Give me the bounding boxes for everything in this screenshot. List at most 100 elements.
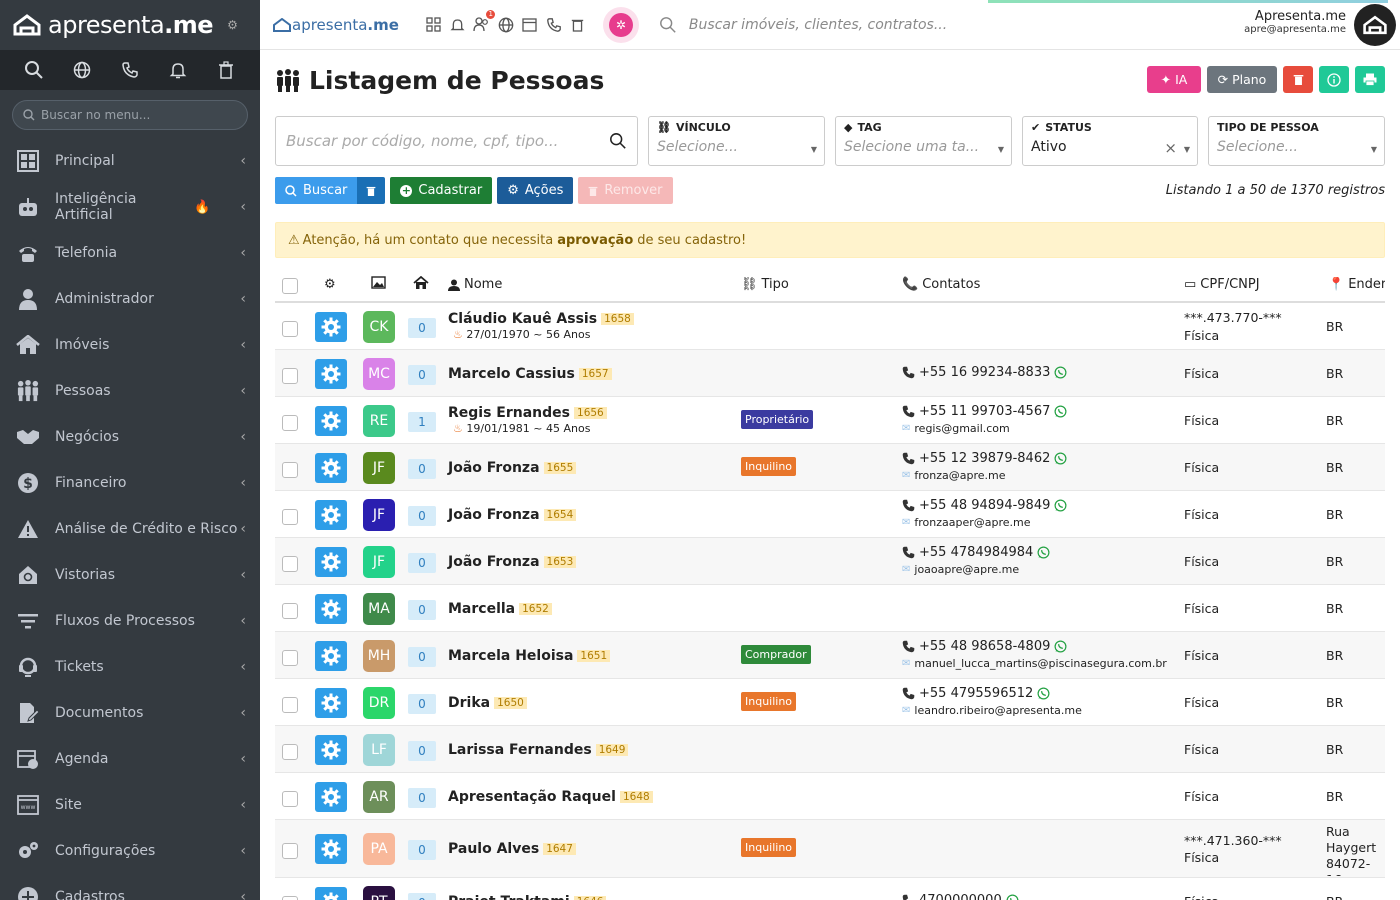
row-actions-button[interactable] <box>315 594 347 624</box>
person-name-link[interactable]: Marcelo Cassius 1657 <box>448 366 612 382</box>
sidebar-search-input[interactable] <box>41 108 231 122</box>
phone-contact[interactable]: +55 48 94894-9849 <box>902 498 1067 513</box>
table-row[interactable]: PA 0 Paulo Alves 1647 Inquilino ***.471.360-*… <box>275 820 1385 878</box>
row-checkbox[interactable] <box>282 744 298 760</box>
bell-icon[interactable] <box>449 15 467 35</box>
whatsapp-icon[interactable] <box>1054 499 1067 512</box>
status-select[interactable]: ✔ STATUS Ativo × ▼ <box>1022 116 1198 166</box>
buscar-button[interactable]: Buscar <box>275 177 358 204</box>
person-name-link[interactable]: Cláudio Kauê Assis 1658 <box>448 311 634 327</box>
ia-button[interactable]: ✦ IA <box>1147 66 1201 93</box>
col-tipo[interactable]: ⛓ Tipo <box>741 277 789 292</box>
property-count-badge[interactable]: 1 <box>408 412 436 432</box>
phone-contact[interactable]: +55 4795596512 <box>902 686 1050 701</box>
acoes-button[interactable]: ⚙ Ações <box>497 177 574 204</box>
table-row[interactable]: MC 0 Marcelo Cassius 1657 +55 16 99234-8833 F… <box>275 350 1385 397</box>
row-actions-button[interactable] <box>315 688 347 718</box>
tipo-pessoa-select[interactable]: TIPO DE PESSOA Selecione... ▼ <box>1208 116 1385 166</box>
row-actions-button[interactable] <box>315 359 347 389</box>
email-contact[interactable]: ✉ manuel_lucca_martins@piscinasegura.com.… <box>902 657 1167 670</box>
calendar-icon[interactable] <box>521 15 539 35</box>
row-actions-button[interactable] <box>315 500 347 530</box>
bell-icon[interactable] <box>167 59 189 81</box>
table-row[interactable]: DR 0 Drika 1650 Inquilino +55 4795596512 ✉ lean… <box>275 679 1385 726</box>
magic-button[interactable]: ✲ <box>602 6 639 43</box>
table-row[interactable]: PT 0 Prajet Traktami1646 4700000000 Física BR <box>275 878 1385 900</box>
phone-contact[interactable]: +55 4784984984 <box>902 545 1050 560</box>
sidebar-item-analise-de-credito-e-risco[interactable]: Análise de Crédito e Risco ‹ <box>0 506 260 552</box>
table-row[interactable]: AR 0 Apresentação Raquel 1648 Física BR <box>275 773 1385 820</box>
table-row[interactable]: MH 0 Marcela Heloisa 1651 Comprador +55 48 98… <box>275 632 1385 679</box>
row-checkbox[interactable] <box>282 462 298 478</box>
email-contact[interactable]: ✉ fronzaaper@apre.me <box>902 516 1031 529</box>
trash-icon[interactable] <box>215 59 237 81</box>
row-checkbox[interactable] <box>282 791 298 807</box>
phone-icon[interactable] <box>119 59 141 81</box>
sidebar-item-principal[interactable]: Principal ‹ <box>0 138 260 184</box>
cadastrar-button[interactable]: + Cadastrar <box>390 177 493 204</box>
whatsapp-icon[interactable] <box>1054 405 1067 418</box>
search-icon[interactable] <box>23 59 45 81</box>
person-name-link[interactable]: Marcella 1652 <box>448 601 552 617</box>
row-checkbox[interactable] <box>282 896 298 900</box>
sidebar-item-tickets[interactable]: Tickets ‹ <box>0 644 260 690</box>
sidebar-item-pessoas[interactable]: Pessoas ‹ <box>0 368 260 414</box>
row-checkbox[interactable] <box>282 650 298 666</box>
sidebar-item-cadastros[interactable]: Cadastros ‹ <box>0 874 260 900</box>
phone-contact[interactable]: +55 11 99703-4567 <box>902 404 1067 419</box>
whatsapp-icon[interactable] <box>1006 894 1019 900</box>
sidebar-item-agenda[interactable]: Agenda ‹ <box>0 736 260 782</box>
search-icon[interactable] <box>609 132 627 150</box>
property-count-badge[interactable]: 0 <box>408 459 436 479</box>
phone-contact[interactable]: +55 48 98658-4809 <box>902 639 1067 654</box>
phone-contact[interactable]: +55 12 39879-8462 <box>902 451 1067 466</box>
clear-icon[interactable]: × <box>1164 139 1177 157</box>
property-count-badge[interactable]: 0 <box>408 893 436 900</box>
phone-icon[interactable] <box>545 15 563 35</box>
person-name-link[interactable]: Paulo Alves 1647 <box>448 841 576 857</box>
brand[interactable]: apresenta.me ⚙ <box>0 0 260 50</box>
row-actions-button[interactable] <box>315 887 347 900</box>
phone-contact[interactable]: +55 16 99234-8833 <box>902 365 1067 380</box>
row-checkbox[interactable] <box>282 509 298 525</box>
col-cpf[interactable]: ▭ CPF/CNPJ <box>1184 277 1260 292</box>
table-row[interactable]: JF 0 João Fronza 1653 +55 4784984984 ✉ joaoapr… <box>275 538 1385 585</box>
property-count-badge[interactable]: 0 <box>408 840 436 860</box>
sidebar-item-documentos[interactable]: Documentos ‹ <box>0 690 260 736</box>
row-checkbox[interactable] <box>282 321 298 337</box>
property-count-badge[interactable]: 0 <box>408 647 436 667</box>
row-actions-button[interactable] <box>315 453 347 483</box>
row-checkbox[interactable] <box>282 843 298 859</box>
table-row[interactable]: JF 0 João Fronza 1655 Inquilino +55 12 39879-… <box>275 444 1385 491</box>
email-contact[interactable]: ✉ joaoapre@apre.me <box>902 563 1019 576</box>
property-count-badge[interactable]: 0 <box>408 600 436 620</box>
table-row[interactable]: MA 0 Marcella 1652 Física BR <box>275 585 1385 632</box>
brand-settings-icon[interactable]: ⚙ <box>227 18 238 32</box>
row-actions-button[interactable] <box>315 782 347 812</box>
person-name-link[interactable]: Regis Ernandes 1656 <box>448 405 607 421</box>
property-count-badge[interactable]: 0 <box>408 553 436 573</box>
globe-icon[interactable] <box>71 59 93 81</box>
sidebar-item-imoveis[interactable]: Imóveis ‹ <box>0 322 260 368</box>
user-info[interactable]: Apresenta.me apre@apresenta.me <box>1244 9 1346 35</box>
table-row[interactable]: JF 0 João Fronza 1654 +55 48 94894-9849 ✉ fron… <box>275 491 1385 538</box>
row-checkbox[interactable] <box>282 415 298 431</box>
sidebar-item-site[interactable]: www Site ‹ <box>0 782 260 828</box>
row-actions-button[interactable] <box>315 735 347 765</box>
vinculo-select[interactable]: ⛓ VÍNCULO Selecione... ▼ <box>648 116 825 166</box>
row-actions-button[interactable] <box>315 547 347 577</box>
row-checkbox[interactable] <box>282 697 298 713</box>
row-actions-button[interactable] <box>315 641 347 671</box>
property-count-badge[interactable]: 0 <box>408 318 436 338</box>
person-search-input[interactable] <box>286 132 609 150</box>
whatsapp-icon[interactable] <box>1054 640 1067 653</box>
users-icon[interactable]: 1 <box>473 9 495 35</box>
row-checkbox[interactable] <box>282 603 298 619</box>
email-contact[interactable]: ✉ leandro.ribeiro@apresenta.me <box>902 704 1082 717</box>
whatsapp-icon[interactable] <box>1054 452 1067 465</box>
person-name-link[interactable]: João Fronza 1653 <box>448 554 577 570</box>
person-name-link[interactable]: Prajet Traktami1646 <box>448 894 607 900</box>
trash-icon[interactable] <box>569 15 587 35</box>
whatsapp-icon[interactable] <box>1054 366 1067 379</box>
sidebar-item-inteligencia-artificial[interactable]: Inteligência Artificial 🔥 ‹ <box>0 184 260 230</box>
